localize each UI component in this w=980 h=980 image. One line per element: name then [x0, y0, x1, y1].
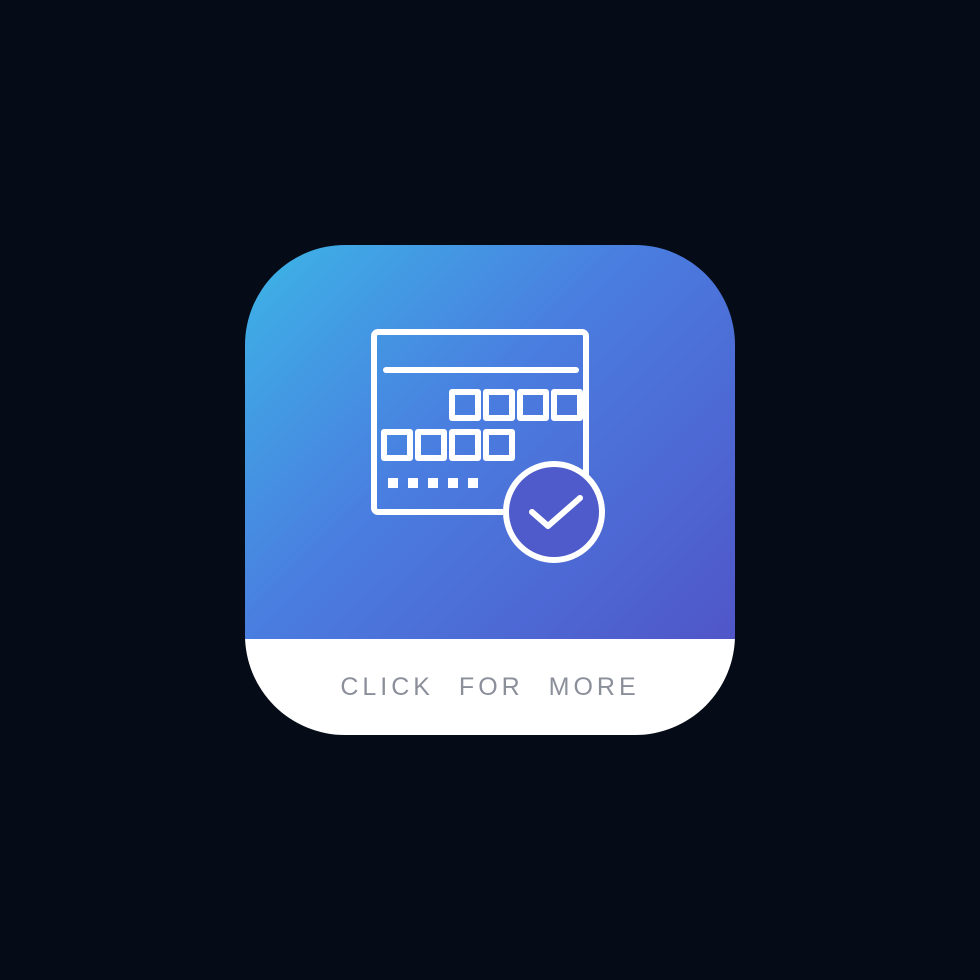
label-area: CLICK FOR MORE: [245, 639, 735, 735]
icon-area: [245, 245, 735, 639]
app-button[interactable]: CLICK FOR MORE: [245, 245, 735, 735]
button-label: CLICK FOR MORE: [340, 673, 639, 702]
calendar-check-icon: [350, 302, 630, 582]
